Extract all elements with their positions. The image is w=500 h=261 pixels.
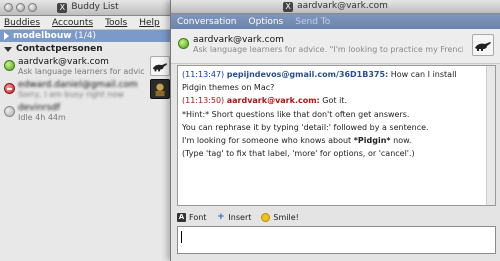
message-text: Pidgin themes on Mac? [182, 83, 275, 93]
buddy-list-menubar: Buddies Accounts Tools Help [0, 16, 176, 30]
menu-help[interactable]: Help [139, 18, 160, 28]
message-text: (Type 'tag' to fix that label, 'more' fo… [182, 149, 415, 159]
buddy-list-title: Buddy List [71, 2, 119, 12]
message-timestamp: (11:13:50) [182, 96, 225, 106]
log-scrollbar[interactable] [486, 66, 495, 205]
buddy-status-message: Sorry, I am busy right now [18, 90, 124, 99]
message-sender: pepijndevos@gmail.com/36D1B375: [226, 70, 389, 79]
conversation-buddy-name: aardvark@vark.com [193, 35, 284, 45]
conversation-header: aardvark@vark.com Ask language learners … [171, 29, 500, 64]
message-text: now. [390, 136, 412, 146]
log-line: I'm looking for someone who knows about … [182, 134, 491, 147]
group-name: Contactpersonen [16, 44, 103, 54]
expand-triangle-icon[interactable] [4, 32, 9, 40]
buddy-edward[interactable]: edward.daniel@gmail.com Sorry, I am busy… [0, 78, 176, 101]
aardvark-icon [472, 34, 494, 56]
message-timestamp: (11:13:47) [182, 70, 225, 79]
menu-tools[interactable]: Tools [105, 18, 127, 28]
log-line: You can rephrase it by typing 'detail:' … [182, 121, 491, 134]
collapse-triangle-icon[interactable] [4, 46, 12, 52]
status-available-icon [178, 38, 189, 49]
message-log[interactable]: (11:13:47) pepijndevos@gmail.com/36D1B37… [177, 65, 496, 206]
buddy-list-window: X Buddy List Buddies Accounts Tools Help … [0, 0, 176, 261]
font-button[interactable]: A Font [177, 212, 207, 222]
message-bold-text: *Pidgin* [353, 136, 391, 146]
conversation-titlebar[interactable]: Xaardvark@vark.com [171, 0, 500, 14]
message-sender: aardvark@vark.com: [226, 96, 320, 106]
smile-label: Smile! [273, 212, 299, 222]
menu-send-to[interactable]: Send To [295, 17, 330, 27]
log-line: *Hint:* Short questions like that don't … [182, 108, 491, 121]
log-line: (11:13:50) aardvark@vark.com: Got it. [182, 94, 491, 107]
conversation-buddy-status: Ask language learners for advice. "I'm l… [193, 45, 463, 54]
buddy-avatar-icon [150, 79, 170, 99]
buddy-status-message: Ask language learners for advice. "I'm l… [18, 67, 144, 76]
menu-buddies[interactable]: Buddies [4, 18, 40, 28]
log-line: (Type 'tag' to fix that label, 'more' fo… [182, 147, 491, 160]
smiley-icon [261, 212, 271, 222]
x11-icon: X [283, 2, 294, 12]
window-title: X Buddy List [0, 2, 176, 13]
status-busy-icon [4, 83, 15, 94]
window-title: Xaardvark@vark.com [171, 1, 500, 12]
buddy-list-titlebar[interactable]: X Buddy List [0, 0, 176, 16]
message-text: Got it. [319, 96, 347, 106]
message-text: How can I install [388, 70, 457, 79]
menu-conversation[interactable]: Conversation [177, 17, 237, 27]
group-modelbouw[interactable]: modelbouw (1/4) [0, 30, 176, 42]
group-name: modelbouw [13, 31, 72, 41]
message-text: I'm looking for someone who knows about [182, 136, 354, 146]
font-label: Font [189, 212, 207, 222]
text-caret [181, 231, 182, 243]
x11-icon: X [57, 3, 68, 13]
insert-plus-icon: + [217, 212, 225, 222]
log-line: (11:13:47) pepijndevos@gmail.com/36D1B37… [182, 68, 491, 81]
message-entry-field[interactable] [177, 226, 496, 254]
conversation-title: aardvark@vark.com [297, 1, 388, 11]
buddy-idle[interactable]: devinrsdf Idle 4h 44m [0, 101, 176, 124]
insert-button[interactable]: + Insert [216, 212, 252, 222]
menu-accounts[interactable]: Accounts [52, 18, 93, 28]
smile-button[interactable]: Smile! [261, 212, 299, 222]
buddy-name: devinrsdf [18, 103, 61, 113]
buddy-aardvark[interactable]: aardvark@vark.com Ask language learners … [0, 55, 176, 78]
status-available-icon [4, 60, 15, 71]
font-icon: A [177, 212, 186, 222]
status-idle-icon [4, 106, 15, 117]
format-toolbar: A Font + Insert Smile! [177, 210, 299, 224]
group-count: (1/4) [74, 31, 97, 41]
conversation-window: Xaardvark@vark.com Conversation Options … [170, 0, 500, 261]
message-text: *Hint:* Short questions like that don't … [182, 109, 410, 119]
insert-label: Insert [228, 212, 252, 222]
message-text: You can rephrase it by typing 'detail:' … [182, 122, 429, 132]
aardvark-icon [150, 56, 170, 76]
menu-options[interactable]: Options [249, 17, 284, 27]
group-contactpersonen[interactable]: Contactpersonen [0, 43, 176, 55]
conversation-menubar: Conversation Options Send To [171, 14, 500, 29]
log-line: Pidgin themes on Mac? [182, 81, 491, 94]
buddy-idle-time: Idle 4h 44m [18, 113, 66, 122]
